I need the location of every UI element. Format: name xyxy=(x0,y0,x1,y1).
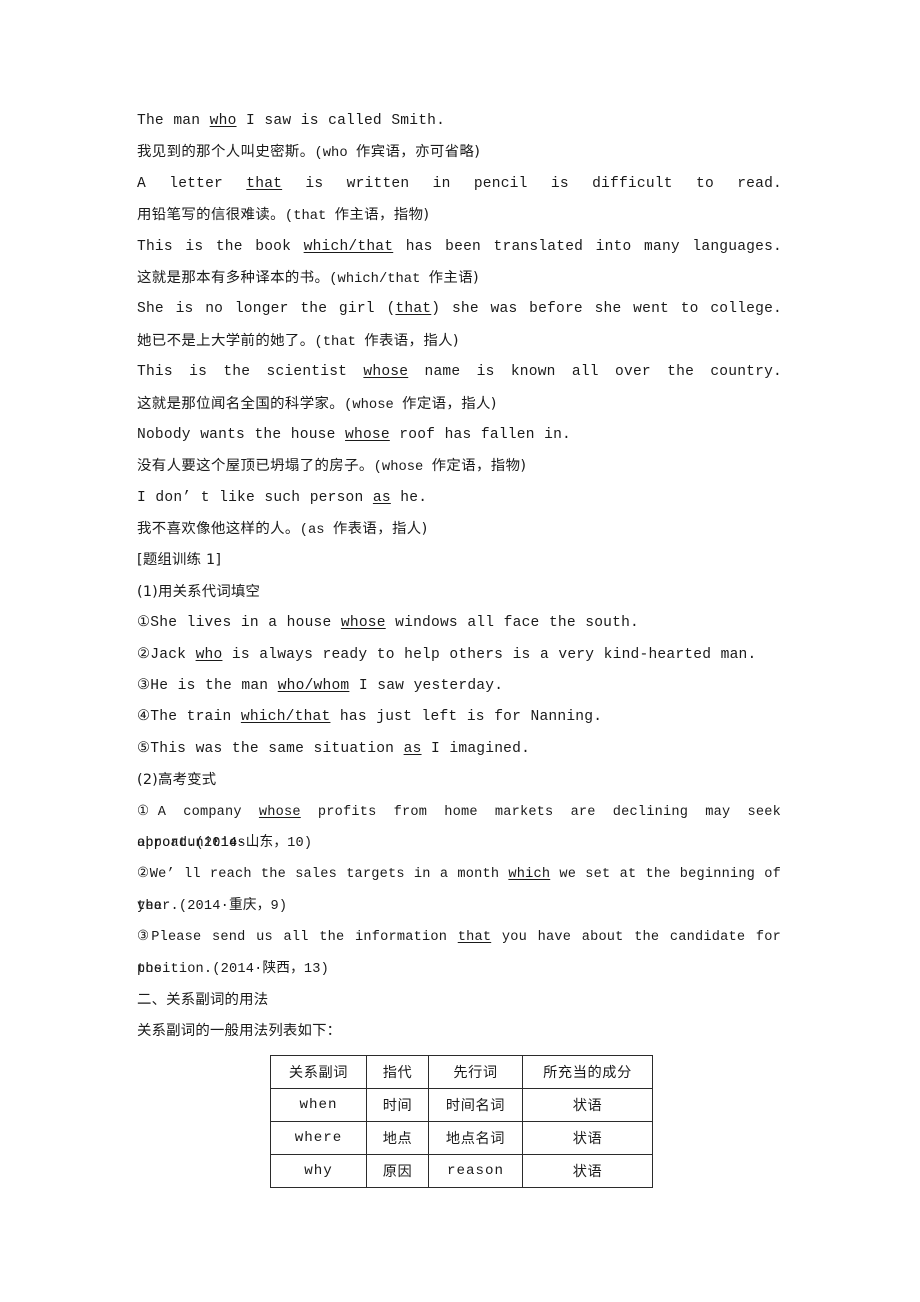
example-sentence-zh: 我不喜欢像他这样的人。(as 作表语，指人) xyxy=(137,521,428,539)
table-row: where 地点 地点名词 状语 xyxy=(270,1121,653,1155)
example-sentence-zh: 我见到的那个人叫史密斯。(who 作宾语，亦可省略) xyxy=(137,144,481,162)
exercise-item: ⑤This was the same situation as I imagin… xyxy=(137,740,531,757)
gaokao-item-line: ②We’ ll reach the sales targets in a mon… xyxy=(137,866,781,914)
gaokao-item-source: abroad.(2014·山东，10) xyxy=(137,834,313,851)
exercise-item: ①She lives in a house whose windows all … xyxy=(137,615,640,632)
example-sentence-en: Nobody wants the house whose roof has fa… xyxy=(137,426,571,443)
section-intro: 关系副词的一般用法列表如下： xyxy=(137,1023,342,1040)
table-cell-refers: 地点 xyxy=(366,1121,429,1155)
table-row: why 原因 reason 状语 xyxy=(270,1154,653,1188)
answer-underline: as xyxy=(372,489,391,506)
exercise-item: ④The train which/that has just left is f… xyxy=(137,709,603,726)
table-cell-refers: 原因 xyxy=(366,1154,429,1188)
table-cell-function: 状语 xyxy=(522,1088,653,1122)
relative-adverb-table: 关系副词 指代 先行词 所充当的成分 when 时间 时间名词 状语 where… xyxy=(270,1055,653,1188)
table-cell-antecedent: 地点名词 xyxy=(428,1121,523,1155)
table-header-cell: 所充当的成分 xyxy=(522,1055,653,1089)
table-header-row: 关系副词 指代 先行词 所充当的成分 xyxy=(270,1055,653,1089)
document-body: The man who I saw is called Smith. 我见到的那… xyxy=(137,106,782,1048)
answer-underline: which/that xyxy=(303,238,394,255)
table-cell-adverb: where xyxy=(270,1121,367,1155)
table-header-cell: 关系副词 xyxy=(270,1055,367,1089)
example-sentence-zh: 她已不是上大学前的她了。(that 作表语，指人) xyxy=(137,332,459,350)
exercise-part2-label: (2)高考变式 xyxy=(137,772,217,789)
answer-underline: who xyxy=(209,113,237,129)
table-cell-adverb: when xyxy=(270,1088,367,1122)
table-header-cell: 先行词 xyxy=(428,1055,523,1089)
example-sentence-en: The man who I saw is called Smith. xyxy=(137,113,446,129)
table-cell-function: 状语 xyxy=(522,1154,653,1188)
table-row: when 时间 时间名词 状语 xyxy=(270,1088,653,1122)
answer-underline: whose xyxy=(363,364,409,381)
exercise-block-title: [题组训练 1] xyxy=(137,552,222,569)
gaokao-item-source: year.(2014·重庆，9) xyxy=(137,897,288,914)
exercise-item: ③He is the man who/whom I saw yesterday. xyxy=(137,678,504,695)
answer-underline: whose xyxy=(258,803,301,820)
example-sentence-zh: 这就是那本有多种译本的书。(which/that 作主语) xyxy=(137,269,480,287)
table-cell-refers: 时间 xyxy=(366,1088,429,1122)
answer-underline: which xyxy=(508,866,551,883)
answer-underline: that xyxy=(246,175,283,192)
answer-underline: that xyxy=(457,929,492,946)
answer-underline: that xyxy=(395,301,432,318)
example-sentence-zh: 没有人要这个屋顶已坍塌了的房子。(whose 作定语，指物) xyxy=(137,458,527,476)
example-sentence-zh: 用铅笔写的信很难读。(that 作主语，指物) xyxy=(137,207,430,225)
answer-underline: who xyxy=(195,646,223,663)
exercise-part1-label: (1)用关系代词填空 xyxy=(137,583,261,600)
example-sentence-en: This is the scientist whose name is know… xyxy=(137,364,782,381)
answer-underline: which/that xyxy=(240,709,331,726)
example-sentence-en: A letter that is written in pencil is di… xyxy=(137,175,782,192)
answer-underline: who/whom xyxy=(277,678,350,695)
answer-underline: whose xyxy=(345,426,390,443)
answer-underline: whose xyxy=(340,615,386,632)
table-cell-function: 状语 xyxy=(522,1121,653,1155)
gaokao-item-source: position.(2014·陕西，13) xyxy=(137,960,330,977)
table-cell-antecedent: 时间名词 xyxy=(428,1088,523,1122)
example-sentence-en: I don’ t like such person as he. xyxy=(137,489,428,506)
table-cell-antecedent: reason xyxy=(428,1154,523,1188)
example-sentence-zh: 这就是那位闻名全国的科学家。(whose 作定语，指人) xyxy=(137,395,497,413)
table-header-cell: 指代 xyxy=(366,1055,429,1089)
gaokao-item-line: ③Please send us all the information that… xyxy=(137,929,781,977)
example-sentence-en: This is the book which/that has been tra… xyxy=(137,238,783,255)
table-cell-adverb: why xyxy=(270,1154,367,1188)
gaokao-item-line: ①A company whose profits from home marke… xyxy=(137,803,781,851)
example-sentence-en: She is no longer the girl (that) she was… xyxy=(137,301,783,318)
section-heading: 二、关系副词的用法 xyxy=(137,991,269,1008)
exercise-item: ②Jack who is always ready to help others… xyxy=(137,646,757,663)
answer-underline: as xyxy=(403,740,422,757)
